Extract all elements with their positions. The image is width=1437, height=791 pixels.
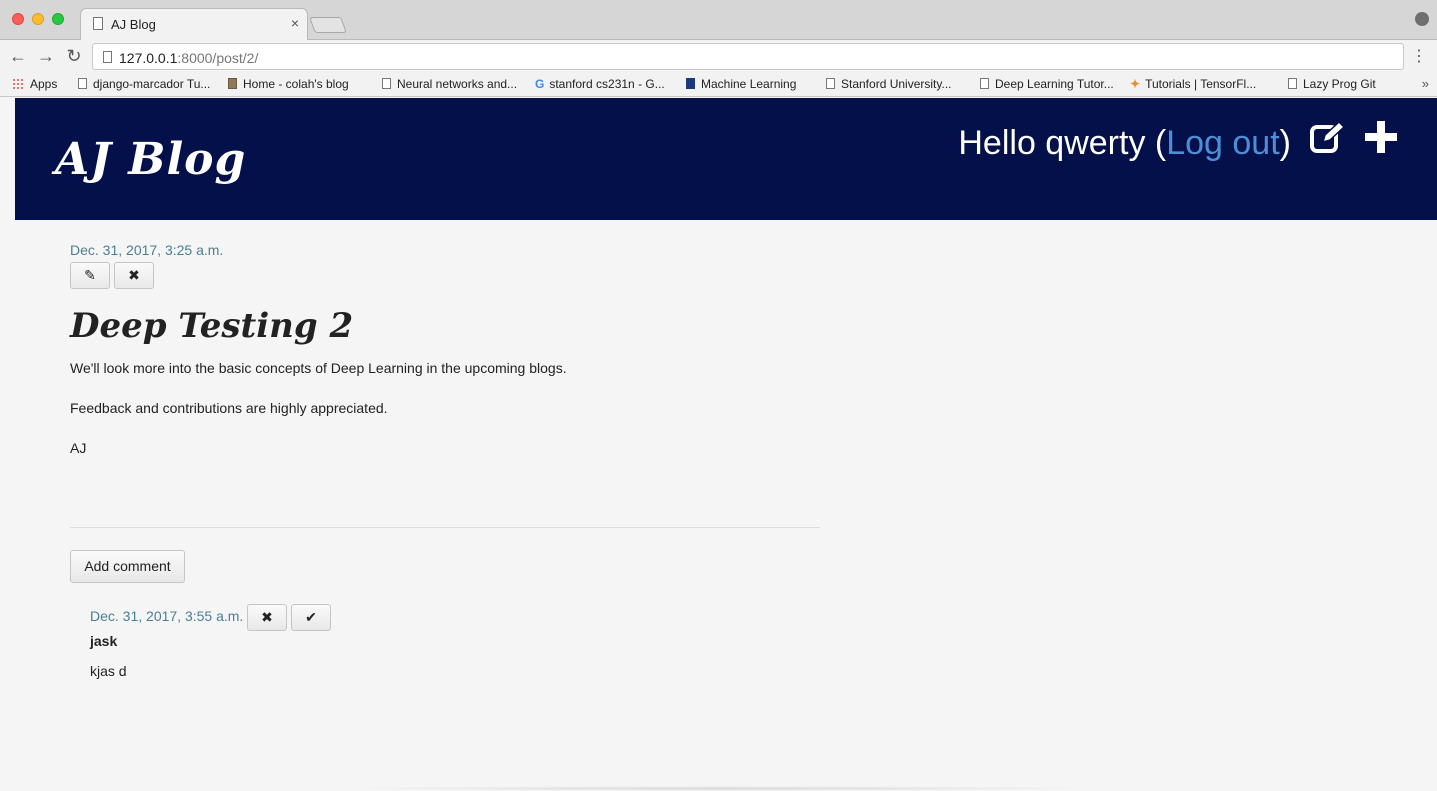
comment-date: Dec. 31, 2017, 3:55 a.m. xyxy=(90,608,244,624)
bookmark-item[interactable]: Stanford University... xyxy=(826,77,951,91)
bookmark-item[interactable]: Deep Learning Tutor... xyxy=(980,77,1114,91)
post-date: Dec. 31, 2017, 3:25 a.m. xyxy=(70,242,224,258)
divider xyxy=(70,527,820,528)
greeting-text: Hello qwerty ( xyxy=(958,124,1167,162)
site-brand[interactable]: AJ Blog xyxy=(55,134,246,185)
bookmark-apps[interactable]: Apps xyxy=(12,77,57,91)
checkmark-icon: ✔ xyxy=(305,609,317,625)
edit-post-icon[interactable] xyxy=(1309,120,1345,154)
bookmark-label: Home - colah's blog xyxy=(243,77,349,91)
bookmark-label: Machine Learning xyxy=(701,77,797,91)
bookmark-label: Lazy Prog Git xyxy=(1303,77,1376,91)
page-icon xyxy=(93,17,103,30)
page-icon xyxy=(78,78,87,89)
bottom-shadow xyxy=(340,786,1100,791)
greeting-paren: ) xyxy=(1279,124,1291,162)
bookmark-label: django-marcador Tu... xyxy=(93,77,211,91)
tab-title: AJ Blog xyxy=(111,17,156,32)
url-path: :8000/post/2/ xyxy=(177,50,259,66)
close-window-button[interactable] xyxy=(12,13,24,25)
bookmarks-overflow-icon[interactable]: » xyxy=(1422,76,1429,91)
bookmark-item[interactable]: Neural networks and... xyxy=(382,77,517,91)
post-paragraph: AJ xyxy=(70,440,87,456)
bookmark-label: Apps xyxy=(30,77,58,91)
site-header: AJ Blog Hello qwerty (Log out) xyxy=(15,98,1437,220)
remove-comment-button[interactable]: ✖ xyxy=(247,604,287,631)
new-tab-button[interactable] xyxy=(309,17,347,33)
bookmark-item[interactable]: ✦ Tutorials | TensorFl... xyxy=(1130,77,1256,91)
profile-icon[interactable] xyxy=(1415,12,1429,26)
browser-tab[interactable]: AJ Blog × xyxy=(80,8,308,40)
browser-menu-icon[interactable]: ⋮ xyxy=(1411,46,1427,66)
tab-close-icon[interactable]: × xyxy=(291,15,299,31)
post-paragraph: Feedback and contributions are highly ap… xyxy=(70,400,388,416)
delete-post-button[interactable]: ✖ xyxy=(114,262,154,289)
minimize-window-button[interactable] xyxy=(32,13,44,25)
reload-icon[interactable]: ↻ xyxy=(64,46,84,67)
url-host: 127.0.0.1 xyxy=(119,50,178,66)
page-icon xyxy=(1288,78,1297,89)
comment-author: jask xyxy=(90,633,118,649)
bookmark-label: Deep Learning Tutor... xyxy=(995,77,1114,91)
forward-arrow-icon[interactable]: → xyxy=(36,46,56,67)
bookmark-label: Stanford University... xyxy=(841,77,952,91)
google-icon: G xyxy=(535,77,545,91)
post-title: Deep Testing 2 xyxy=(70,306,354,346)
bookmark-label: Neural networks and... xyxy=(397,77,518,91)
comment-text: kjas d xyxy=(90,663,127,679)
browser-titlebar: AJ Blog × xyxy=(0,0,1437,40)
back-arrow-icon[interactable]: ← xyxy=(8,46,28,67)
address-bar[interactable]: 127.0.0.1:8000/post/2/ xyxy=(92,43,1404,70)
post-paragraph: We'll look more into the basic concepts … xyxy=(70,360,567,376)
add-comment-button[interactable]: Add comment xyxy=(70,550,185,583)
edit-post-button[interactable]: ✎ xyxy=(70,262,110,289)
page-icon xyxy=(980,78,989,89)
bookmark-item[interactable]: Lazy Prog Git xyxy=(1288,77,1376,91)
site-favicon xyxy=(686,78,695,89)
bookmark-label: stanford cs231n - G... xyxy=(549,77,665,91)
page-icon xyxy=(382,78,391,89)
bookmark-item[interactable]: Machine Learning xyxy=(686,77,796,91)
bookmark-item[interactable]: Home - colah's blog xyxy=(228,77,349,91)
approve-comment-button[interactable]: ✔ xyxy=(291,604,331,631)
greeting: Hello qwerty (Log out) xyxy=(958,124,1291,163)
bookmark-item[interactable]: Gstanford cs231n - G... xyxy=(535,77,665,91)
close-icon: ✖ xyxy=(128,267,140,283)
bookmarks-bar: Apps django-marcador Tu... Home - colah'… xyxy=(0,73,1437,97)
page-icon xyxy=(826,78,835,89)
close-icon: ✖ xyxy=(261,609,273,625)
page-content: AJ Blog Hello qwerty (Log out) Dec. 31, … xyxy=(0,98,1437,791)
pencil-icon: ✎ xyxy=(84,267,96,283)
page-info-icon[interactable] xyxy=(103,51,112,63)
bookmark-label: Tutorials | TensorFl... xyxy=(1145,77,1257,91)
logout-link[interactable]: Log out xyxy=(1166,124,1279,162)
maximize-window-button[interactable] xyxy=(52,13,64,25)
add-post-icon[interactable] xyxy=(1365,120,1397,154)
url-text: 127.0.0.1:8000/post/2/ xyxy=(119,50,258,66)
apps-grid-icon xyxy=(12,78,24,90)
tensorflow-icon: ✦ xyxy=(1130,77,1141,91)
browser-toolbar: ← → ↻ 127.0.0.1:8000/post/2/ ⋮ xyxy=(0,40,1437,73)
bookmark-item[interactable]: django-marcador Tu... xyxy=(78,77,210,91)
site-favicon xyxy=(228,78,237,89)
